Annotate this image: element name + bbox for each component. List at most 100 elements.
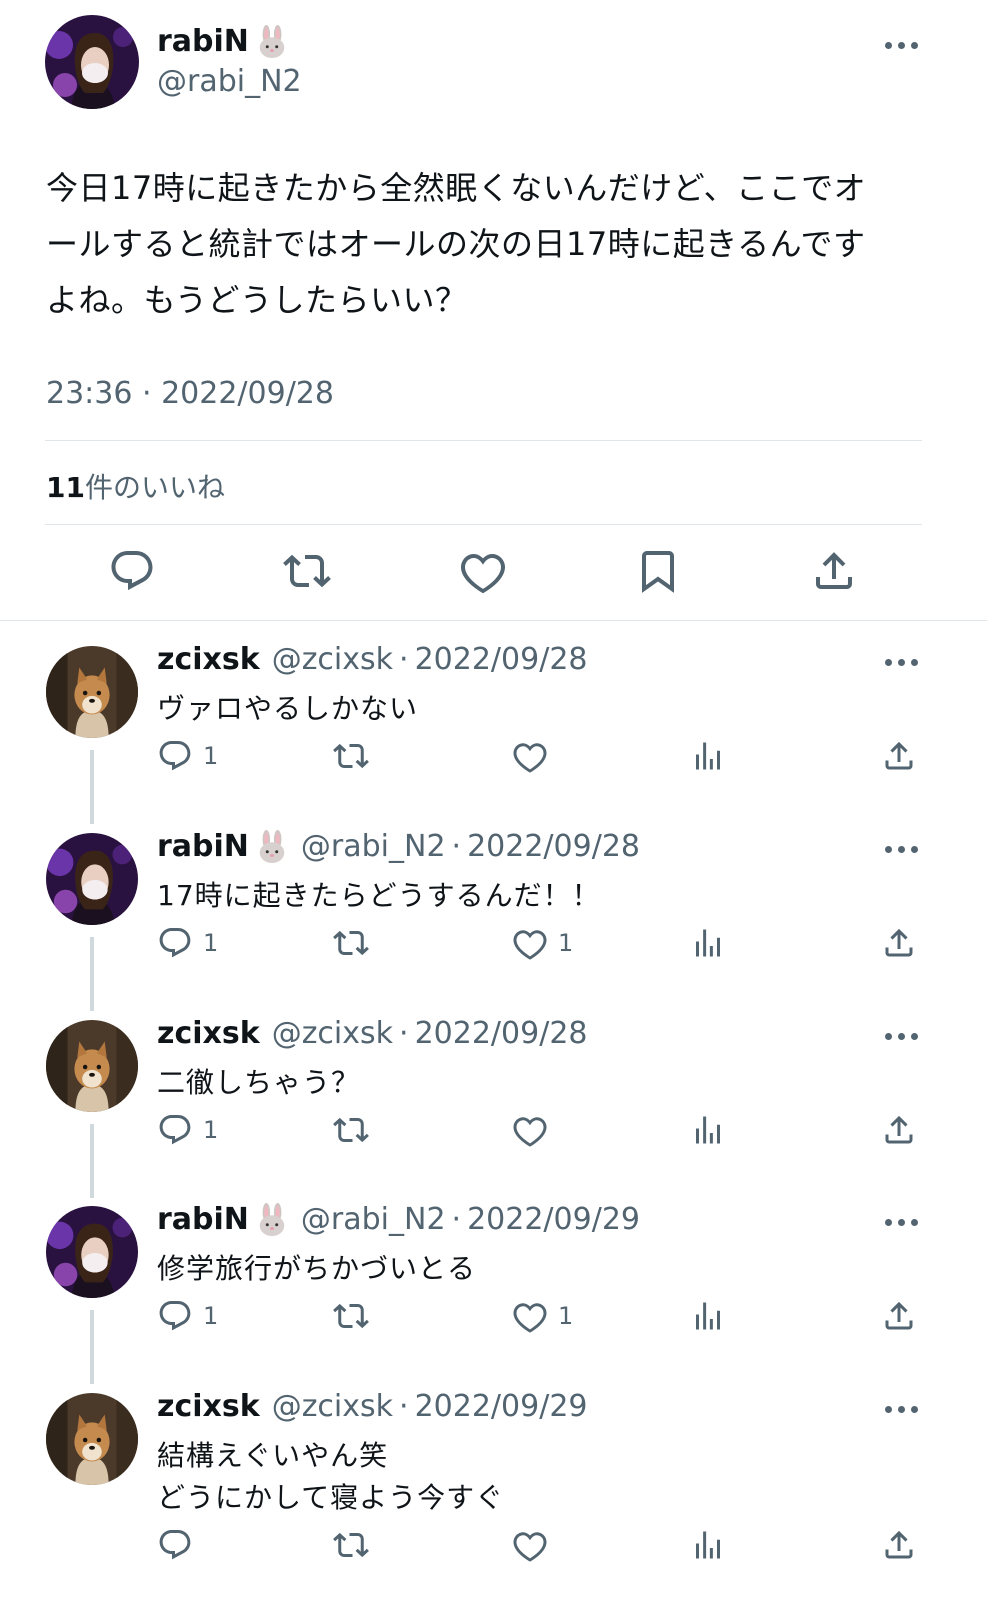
retweet-button[interactable] xyxy=(333,736,369,776)
reply-date[interactable]: 2022/09/28 xyxy=(467,829,640,864)
more-options-icon[interactable] xyxy=(883,839,923,859)
reply-date[interactable]: 2022/09/28 xyxy=(415,1016,588,1051)
avatar[interactable] xyxy=(46,1393,138,1485)
views-button[interactable] xyxy=(690,923,726,963)
retweet-icon xyxy=(333,1112,369,1148)
separator-dot: · xyxy=(399,1389,409,1424)
display-name[interactable]: rabiN xyxy=(157,829,249,864)
like-button[interactable]: 1 xyxy=(512,1296,573,1336)
more-options-icon[interactable] xyxy=(883,35,923,55)
reply-actions: 1 1 xyxy=(157,1296,927,1336)
more-options-icon[interactable] xyxy=(883,1212,923,1232)
avatar[interactable] xyxy=(46,646,138,738)
bookmark-icon[interactable] xyxy=(634,547,682,595)
views-button[interactable] xyxy=(690,1296,726,1336)
reply-text-line: 修学旅行がちかづいとる xyxy=(157,1252,477,1285)
views-button[interactable] xyxy=(690,1110,726,1150)
reply-header: zcixsk @zcixsk · 2022/09/29 xyxy=(157,1389,588,1424)
reply-button[interactable]: 1 xyxy=(157,1110,218,1150)
handle[interactable]: @rabi_N2 xyxy=(301,1202,446,1237)
separator-dot: · xyxy=(399,642,409,677)
share-icon[interactable] xyxy=(810,547,858,595)
heart-icon xyxy=(512,1298,548,1334)
reply-date[interactable]: 2022/09/28 xyxy=(415,642,588,677)
divider xyxy=(45,440,922,441)
like-button[interactable] xyxy=(512,736,558,776)
reply-actions: 1 xyxy=(157,736,927,776)
more-options-icon[interactable] xyxy=(883,1026,923,1046)
display-name[interactable]: zcixsk xyxy=(157,1389,260,1424)
like-button[interactable]: 1 xyxy=(512,923,573,963)
tweet-text-line: 今日17時に起きたから全然眠くないんだけど、ここでオ xyxy=(46,169,867,207)
share-button[interactable] xyxy=(881,923,917,963)
reply-header: rabiN @rabi_N2 · 2022/09/28 xyxy=(157,829,640,864)
share-button[interactable] xyxy=(881,1110,917,1150)
thread-line xyxy=(90,750,94,824)
rabbit-emoji-icon xyxy=(255,830,289,864)
reply-date[interactable]: 2022/09/29 xyxy=(467,1202,640,1237)
views-button[interactable] xyxy=(690,1525,726,1565)
reply-header: zcixsk @zcixsk · 2022/09/28 xyxy=(157,1016,588,1051)
reply-text: 結構えぐいやん笑どうにかして寝よう今すぐ xyxy=(157,1435,504,1519)
heart-icon xyxy=(512,738,548,774)
display-name[interactable]: rabiN xyxy=(157,24,249,59)
handle-row: @rabi_N2 xyxy=(157,64,302,99)
handle[interactable]: @rabi_N2 xyxy=(157,64,302,99)
reply-text-line: 17時に起きたらどうするんだ！！ xyxy=(157,879,601,912)
retweet-button[interactable] xyxy=(333,1296,369,1336)
reply-icon xyxy=(157,925,193,961)
like-button[interactable] xyxy=(512,1525,558,1565)
reply-button[interactable]: 1 xyxy=(157,1296,218,1336)
share-button[interactable] xyxy=(881,1296,917,1336)
rabbit-emoji-icon xyxy=(255,1203,289,1237)
display-name[interactable]: zcixsk xyxy=(157,1016,260,1051)
reply-icon[interactable] xyxy=(108,547,156,595)
reply-button[interactable]: 1 xyxy=(157,923,218,963)
reply-actions: 1 1 xyxy=(157,923,927,963)
reply-button[interactable] xyxy=(157,1525,203,1565)
share-icon xyxy=(881,1112,917,1148)
heart-icon xyxy=(512,1112,548,1148)
display-name[interactable]: zcixsk xyxy=(157,642,260,677)
reply-count: 1 xyxy=(203,929,219,957)
likes-count[interactable]: 11件のいいね xyxy=(46,466,225,506)
avatar[interactable] xyxy=(45,15,139,109)
share-button[interactable] xyxy=(881,736,917,776)
handle[interactable]: @zcixsk xyxy=(272,1016,393,1051)
retweet-icon xyxy=(333,1298,369,1334)
tweet-text-line: よね。もうどうしたらいい？ xyxy=(46,281,468,319)
avatar[interactable] xyxy=(46,833,138,925)
share-button[interactable] xyxy=(881,1525,917,1565)
author-row: rabiN xyxy=(157,24,289,59)
reply-text: 二徹しちゃう？ xyxy=(157,1062,360,1104)
reply-text-line: 結構えぐいやん笑 xyxy=(157,1439,389,1472)
more-options-icon[interactable] xyxy=(883,1399,923,1419)
retweet-button[interactable] xyxy=(333,923,369,963)
rabbit-emoji-icon xyxy=(255,25,289,59)
reply-text-line: どうにかして寝よう今すぐ xyxy=(157,1481,505,1514)
avatar[interactable] xyxy=(46,1020,138,1112)
handle[interactable]: @zcixsk xyxy=(272,1389,393,1424)
retweet-button[interactable] xyxy=(333,1110,369,1150)
retweet-icon xyxy=(333,1527,369,1563)
reply-icon xyxy=(157,738,193,774)
reply-header: rabiN @rabi_N2 · 2022/09/29 xyxy=(157,1202,640,1237)
heart-icon xyxy=(512,925,548,961)
handle[interactable]: @zcixsk xyxy=(272,642,393,677)
heart-icon[interactable] xyxy=(459,547,507,595)
avatar[interactable] xyxy=(46,1206,138,1298)
views-button[interactable] xyxy=(690,736,726,776)
reply-actions xyxy=(157,1525,927,1565)
like-button[interactable] xyxy=(512,1110,558,1150)
display-name[interactable]: rabiN xyxy=(157,1202,249,1237)
reply-date[interactable]: 2022/09/29 xyxy=(415,1389,588,1424)
retweet-button[interactable] xyxy=(333,1525,369,1565)
reply-button[interactable]: 1 xyxy=(157,736,218,776)
handle[interactable]: @rabi_N2 xyxy=(301,829,446,864)
more-options-icon[interactable] xyxy=(883,652,923,672)
thread-line xyxy=(90,1310,94,1384)
retweet-icon[interactable] xyxy=(283,547,331,595)
reply-text-line: 二徹しちゃう？ xyxy=(157,1066,361,1099)
timestamp[interactable]: 23:36 · 2022/09/28 xyxy=(46,376,334,411)
share-icon xyxy=(881,925,917,961)
